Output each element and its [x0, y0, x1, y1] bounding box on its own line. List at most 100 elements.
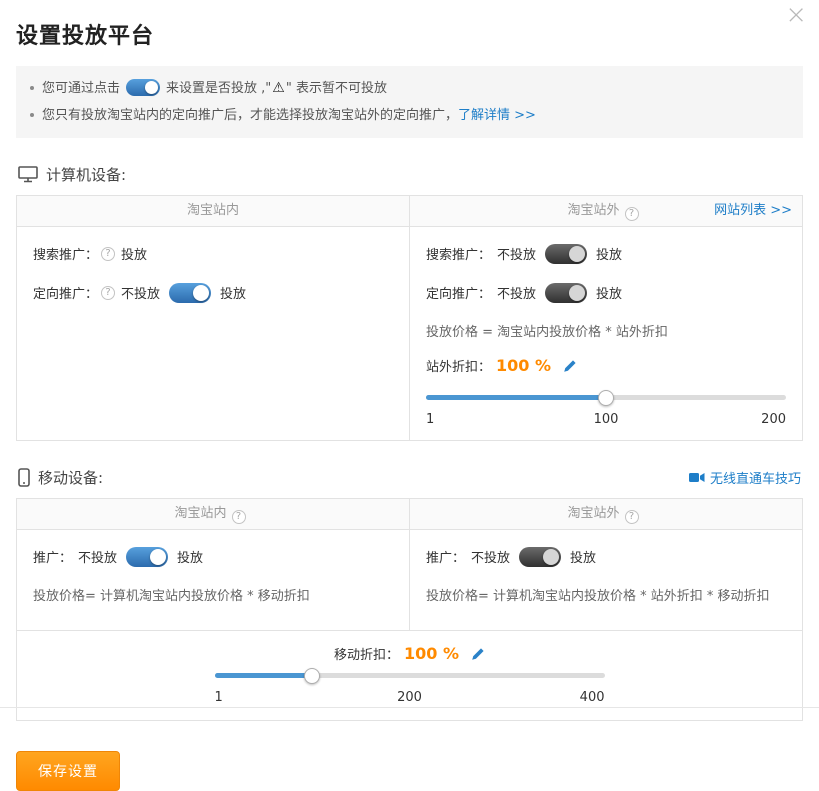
slider-labels: 1 100 200 [426, 412, 786, 430]
help-icon[interactable]: ? [232, 510, 246, 524]
mobile-table-header: 淘宝站内? 淘宝站外? [17, 499, 802, 530]
notice-box: 您可通过点击 来设置是否投放 ,"⚠" 表示暂不可投放 您只有投放淘宝站内的定向推… [16, 66, 803, 138]
video-camera-icon [689, 472, 705, 483]
on-label: 投放 [596, 283, 622, 302]
search-promo-label: 搜索推广： [33, 244, 98, 263]
page-title: 设置投放平台 [16, 18, 803, 50]
promo-label: 推广： [33, 547, 72, 566]
computer-icon [18, 166, 38, 183]
slider-mid-label: 200 [397, 690, 422, 705]
help-icon[interactable]: ? [101, 247, 115, 261]
mobile-table-body: 推广： 不投放 投放 投放价格= 计算机淘宝站内投放价格 * 移动折扣 推广： 不投放… [17, 530, 802, 630]
help-icon[interactable]: ? [625, 207, 639, 221]
offsite-discount-label: 站外折扣： [426, 356, 491, 375]
on-label: 投放 [220, 283, 246, 302]
computer-table: 淘宝站内 淘宝站外? 网站列表 >> 搜索推广：?投放 定向推广：?不投放投放 … [16, 195, 803, 441]
mobile-onsite-promo-row: 推广： 不投放 投放 [33, 546, 393, 567]
off-label: 不投放 [121, 283, 160, 302]
col-header-label: 淘宝站内 [187, 203, 239, 218]
pc-offsite-search-toggle[interactable] [545, 244, 587, 264]
mobile-discount-row: 移动折扣：100 % [17, 644, 802, 663]
mobile-offsite-promo-row: 推广： 不投放 投放 [426, 546, 786, 567]
toggle-knob [543, 549, 559, 565]
col-header-label: 淘宝站外 [567, 506, 619, 521]
mobile-offsite-cell: 推广： 不投放 投放 投放价格= 计算机淘宝站内投放价格 * 站外折扣 * 移动折扣 [410, 530, 802, 630]
pc-offsite-target-toggle[interactable] [545, 283, 587, 303]
notice-line-1: 您可通过点击 来设置是否投放 ,"⚠" 表示暂不可投放 [30, 75, 789, 102]
pc-onsite-target-row: 定向推广：? 不投放 投放 [33, 282, 393, 303]
help-icon[interactable]: ? [101, 286, 115, 300]
col-header-taobao-onsite: 淘宝站内 [17, 196, 409, 226]
mobile-discount-slider[interactable] [215, 667, 605, 683]
computer-section-title: 计算机设备: [46, 164, 126, 185]
computer-section-head: 计算机设备: [18, 164, 801, 185]
wireless-tips-label: 无线直通车技巧 [710, 468, 801, 487]
off-label: 不投放 [78, 547, 117, 566]
slider-max-label: 200 [761, 412, 786, 427]
slider-mid-label: 100 [594, 412, 619, 427]
on-label: 投放 [596, 244, 622, 263]
col-header-taobao-onsite: 淘宝站内? [17, 499, 409, 529]
edit-icon[interactable] [471, 647, 485, 661]
notice-text: " 表示暂不可投放 [286, 81, 387, 96]
computer-table-header: 淘宝站内 淘宝站外? 网站列表 >> [17, 196, 802, 227]
offsite-discount-slider[interactable] [426, 389, 786, 405]
close-icon[interactable]: × [785, 2, 807, 28]
col-header-label: 淘宝站外 [567, 203, 619, 218]
slider-min-label: 1 [426, 412, 434, 427]
col-header-taobao-offsite: 淘宝站外? [409, 499, 802, 529]
pc-offsite-search-row: 搜索推广： 不投放 投放 [426, 243, 786, 264]
search-promo-value: 投放 [121, 244, 147, 263]
target-promo-label: 定向推广： [33, 283, 98, 302]
site-list-link[interactable]: 网站列表 >> [714, 196, 792, 225]
example-toggle [126, 79, 160, 96]
slider-handle[interactable] [304, 668, 320, 684]
pc-onsite-search-row: 搜索推广：? 投放 [33, 243, 393, 264]
mobile-offsite-toggle[interactable] [519, 547, 561, 567]
wireless-tips-link[interactable]: 无线直通车技巧 [689, 468, 801, 487]
pc-onsite-target-toggle[interactable] [169, 283, 211, 303]
edit-icon[interactable] [563, 359, 577, 373]
target-promo-label: 定向推广： [426, 283, 491, 302]
dialog-bottom-border [0, 707, 819, 708]
off-label: 不投放 [497, 283, 536, 302]
slider-handle[interactable] [598, 390, 614, 406]
notice-text: 来设置是否投放 ," [166, 81, 271, 96]
pc-offsite-price-formula: 投放价格 = 淘宝站内投放价格 * 站外折扣 [426, 321, 786, 340]
learn-more-link[interactable]: 了解详情 >> [458, 108, 536, 123]
mobile-table: 淘宝站内? 淘宝站外? 推广： 不投放 投放 投放价格= 计算机淘宝站内投放价格 *… [16, 498, 803, 721]
slider-max-label: 400 [580, 690, 605, 705]
off-label: 不投放 [497, 244, 536, 263]
toggle-knob [145, 81, 158, 94]
mobile-onsite-cell: 推广： 不投放 投放 投放价格= 计算机淘宝站内投放价格 * 移动折扣 [17, 530, 410, 630]
mobile-icon [18, 468, 30, 487]
off-label: 不投放 [471, 547, 510, 566]
notice-line-2: 您只有投放淘宝站内的定向推广后，才能选择投放淘宝站外的定向推广，了解详情 >> [30, 102, 789, 129]
slider-min-label: 1 [215, 690, 223, 705]
col-header-taobao-offsite: 淘宝站外? 网站列表 >> [409, 196, 802, 226]
bullet-dot [30, 113, 34, 117]
slider-labels: 1 200 400 [215, 690, 605, 708]
slider-fill [215, 673, 313, 678]
help-icon[interactable]: ? [625, 510, 639, 524]
mobile-onsite-price-formula: 投放价格= 计算机淘宝站内投放价格 * 移动折扣 [33, 585, 393, 604]
mobile-discount-value: 100 % [404, 644, 459, 663]
offsite-discount-row: 站外折扣：100 % [426, 356, 786, 375]
toggle-knob [569, 285, 585, 301]
mobile-onsite-toggle[interactable] [126, 547, 168, 567]
search-promo-label: 搜索推广： [426, 244, 491, 263]
set-platform-dialog: × 设置投放平台 您可通过点击 来设置是否投放 ,"⚠" 表示暂不可投放 您只有投… [0, 0, 819, 791]
on-label: 投放 [177, 547, 203, 566]
save-settings-button[interactable]: 保存设置 [16, 751, 120, 791]
warning-icon: ⚠ [272, 80, 285, 96]
mobile-section-head: 移动设备: 无线直通车技巧 [18, 467, 801, 488]
on-label: 投放 [570, 547, 596, 566]
toggle-knob [193, 285, 209, 301]
toggle-knob [150, 549, 166, 565]
pc-offsite-target-row: 定向推广： 不投放 投放 [426, 282, 786, 303]
col-header-label: 淘宝站内 [174, 506, 226, 521]
bullet-dot [30, 86, 34, 90]
mobile-offsite-price-formula: 投放价格= 计算机淘宝站内投放价格 * 站外折扣 * 移动折扣 [426, 585, 786, 604]
notice-text: 您可通过点击 [42, 81, 120, 96]
promo-label: 推广： [426, 547, 465, 566]
